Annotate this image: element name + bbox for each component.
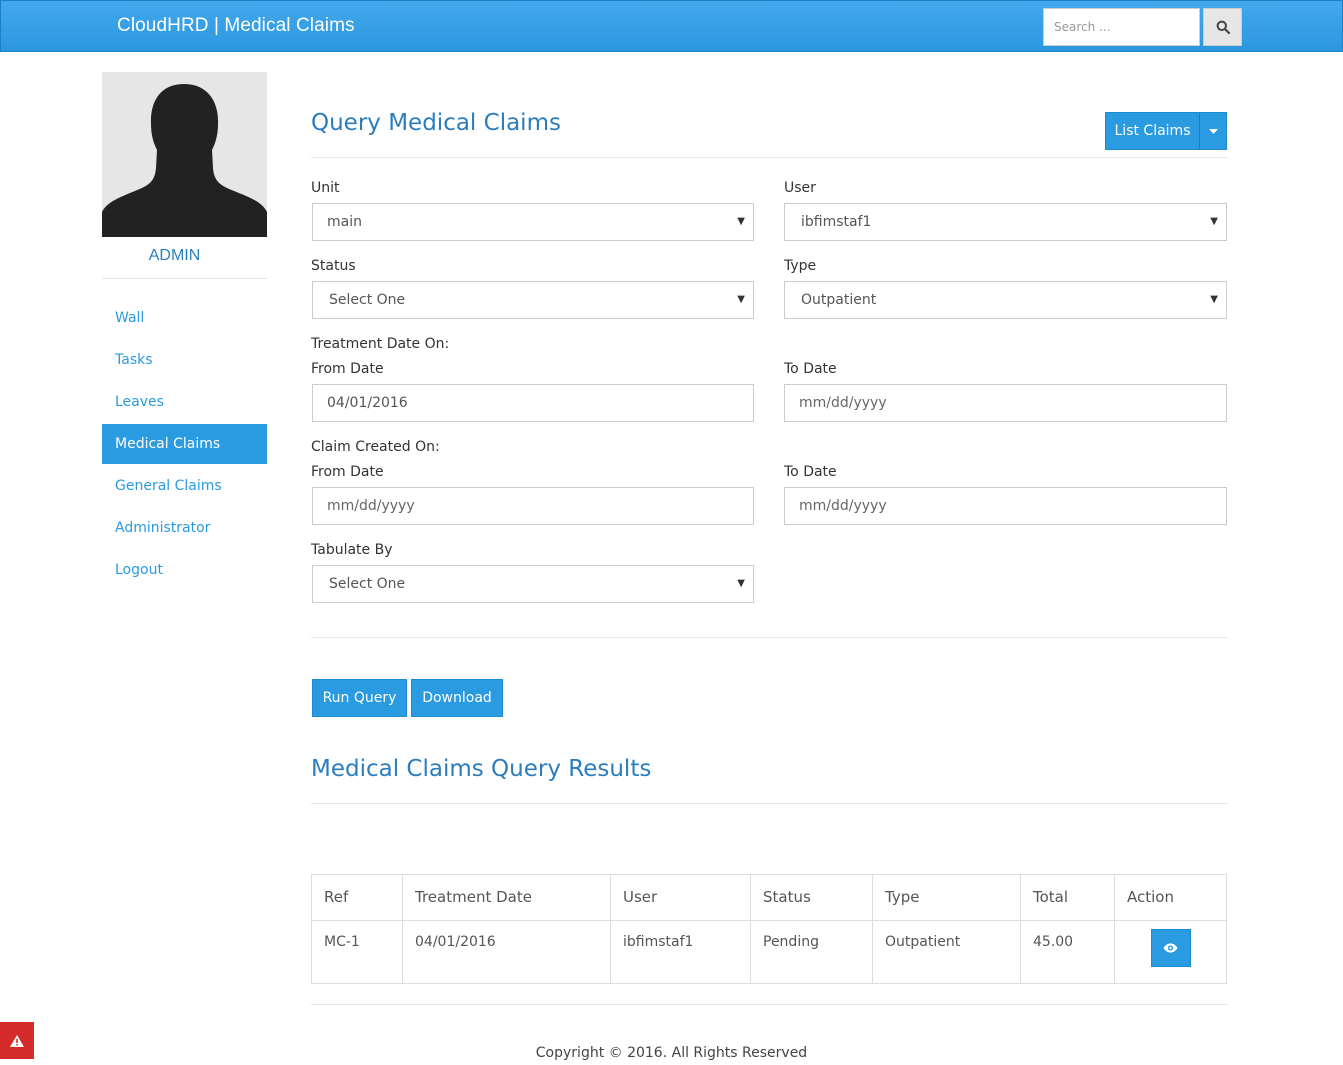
sidebar-item-wall[interactable]: Wall <box>102 298 267 338</box>
search-button[interactable] <box>1203 8 1242 46</box>
type-select[interactable]: Outpatient ▼ <box>784 281 1227 319</box>
footer-divider <box>311 1004 1227 1005</box>
created-to-label: To Date <box>784 464 837 480</box>
cell-user: ibfimstaf1 <box>610 920 751 984</box>
treatment-to-value: mm/dd/yyyy <box>799 395 887 411</box>
unit-value: main <box>327 214 362 230</box>
treatment-from-value: 04/01/2016 <box>327 395 408 411</box>
type-label: Type <box>784 258 817 274</box>
treatment-to-date-input[interactable]: mm/dd/yyyy <box>784 384 1227 422</box>
user-select[interactable]: ibfimstaf1 ▼ <box>784 203 1227 241</box>
warning-icon <box>10 1034 24 1047</box>
user-value: ibfimstaf1 <box>801 214 872 230</box>
created-to-value: mm/dd/yyyy <box>799 498 887 514</box>
status-label: Status <box>311 258 356 274</box>
dropdown-toggle[interactable] <box>1200 113 1226 149</box>
column-header-action: Action <box>1114 874 1227 921</box>
status-select[interactable]: Select One ▼ <box>312 281 754 319</box>
created-from-value: mm/dd/yyyy <box>327 498 415 514</box>
claim-created-heading: Claim Created On: <box>311 439 440 455</box>
column-header-treatment-date: Treatment Date <box>402 874 611 921</box>
results-table: Ref Treatment Date User Status Type Tota… <box>311 874 1227 984</box>
column-header-ref: Ref <box>311 874 403 921</box>
sidebar-divider <box>102 278 267 279</box>
tabulate-value: Select One <box>329 576 406 592</box>
sidebar-item-medical-claims[interactable]: Medical Claims <box>102 424 267 464</box>
run-query-button[interactable]: Run Query <box>312 679 407 717</box>
sidebar-item-logout[interactable]: Logout <box>102 550 267 590</box>
column-header-user: User <box>610 874 751 921</box>
user-silhouette-icon <box>102 84 267 237</box>
sidebar-item-general-claims[interactable]: General Claims <box>102 466 267 506</box>
list-claims-button[interactable]: List Claims <box>1105 112 1227 150</box>
download-button[interactable]: Download <box>411 679 503 717</box>
column-header-total: Total <box>1020 874 1115 921</box>
search-icon <box>1216 20 1230 34</box>
list-claims-label[interactable]: List Claims <box>1106 113 1200 149</box>
results-divider <box>311 803 1227 804</box>
column-header-status: Status <box>750 874 873 921</box>
page-title: Query Medical Claims <box>311 110 561 136</box>
select-arrow-icon: ▼ <box>737 294 745 305</box>
caret-down-icon <box>1208 128 1218 134</box>
tabulate-select[interactable]: Select One ▼ <box>312 565 754 603</box>
treatment-from-label: From Date <box>311 361 384 377</box>
user-label: User <box>784 180 816 196</box>
sidebar-item-tasks[interactable]: Tasks <box>102 340 267 380</box>
created-to-date-input[interactable]: mm/dd/yyyy <box>784 487 1227 525</box>
unit-select[interactable]: main ▼ <box>312 203 754 241</box>
select-arrow-icon: ▼ <box>737 216 745 227</box>
avatar <box>102 72 267 237</box>
select-arrow-icon: ▼ <box>1210 294 1218 305</box>
created-from-label: From Date <box>311 464 384 480</box>
cell-status: Pending <box>750 920 873 984</box>
table-row: MC-1 04/01/2016 ibfimstaf1 Pending Outpa… <box>311 920 1227 984</box>
user-name: ADMIN <box>148 247 201 264</box>
top-navbar: CloudHRD | Medical Claims <box>0 0 1343 52</box>
sidebar-item-administrator[interactable]: Administrator <box>102 508 267 548</box>
select-arrow-icon: ▼ <box>1210 216 1218 227</box>
treatment-date-heading: Treatment Date On: <box>311 336 450 352</box>
warning-badge[interactable] <box>0 1022 34 1059</box>
cell-action <box>1114 920 1227 984</box>
column-header-type: Type <box>872 874 1021 921</box>
sidebar-nav: Wall Tasks Leaves Medical Claims General… <box>102 298 267 592</box>
brand-title[interactable]: CloudHRD | Medical Claims <box>117 15 355 37</box>
treatment-from-date-input[interactable]: 04/01/2016 <box>312 384 754 422</box>
header-divider <box>311 157 1227 158</box>
cell-ref: MC-1 <box>311 920 403 984</box>
view-claim-button[interactable] <box>1150 929 1191 967</box>
eye-icon <box>1163 943 1178 953</box>
cell-total: 45.00 <box>1020 920 1115 984</box>
form-divider <box>311 637 1227 638</box>
treatment-to-label: To Date <box>784 361 837 377</box>
cell-treatment-date: 04/01/2016 <box>402 920 611 984</box>
footer-copyright: Copyright © 2016. All Rights Reserved <box>535 1045 808 1061</box>
tabulate-label: Tabulate By <box>311 542 393 558</box>
unit-label: Unit <box>311 180 340 196</box>
select-arrow-icon: ▼ <box>737 578 745 589</box>
results-title: Medical Claims Query Results <box>311 756 652 782</box>
status-value: Select One <box>329 292 406 308</box>
created-from-date-input[interactable]: mm/dd/yyyy <box>312 487 754 525</box>
table-header-row: Ref Treatment Date User Status Type Tota… <box>311 874 1227 921</box>
type-value: Outpatient <box>801 292 877 308</box>
cell-type: Outpatient <box>872 920 1021 984</box>
search-input[interactable] <box>1043 8 1200 46</box>
sidebar-item-leaves[interactable]: Leaves <box>102 382 267 422</box>
